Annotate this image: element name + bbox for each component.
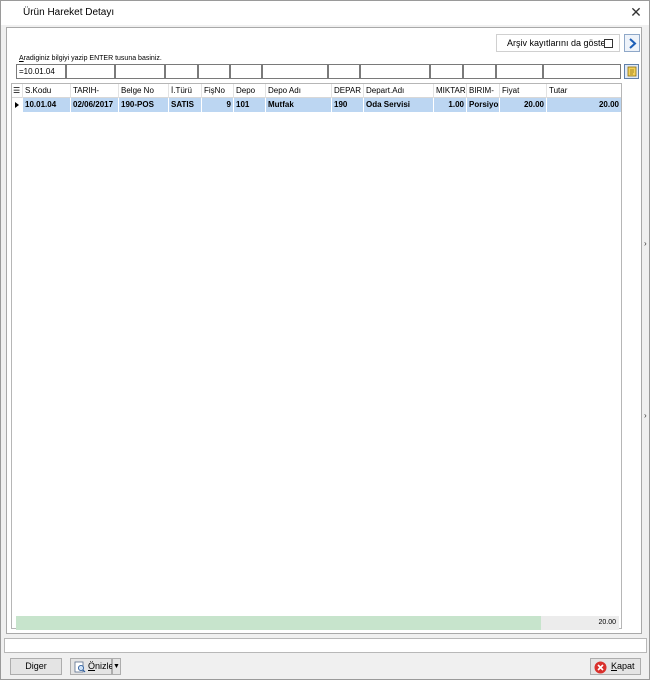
- table-cell[interactable]: 10.01.04: [22, 98, 70, 112]
- close-icon: [594, 661, 607, 674]
- column-header[interactable]: Depo Adı: [265, 84, 331, 98]
- filter-input-fiyat[interactable]: [496, 64, 543, 79]
- status-bar: [4, 638, 647, 653]
- column-header[interactable]: Depo: [233, 84, 265, 98]
- movement-grid[interactable]: ☰ S.Kodu TARIH- Belge No İ.Türü FişNo De…: [11, 83, 622, 629]
- filter-input-s-kodu[interactable]: =10.01.04: [16, 64, 66, 79]
- filter-input-tarih[interactable]: [66, 64, 115, 79]
- summary-bar: [16, 616, 619, 630]
- table-cell[interactable]: 1.00: [433, 98, 466, 112]
- column-header[interactable]: S.Kodu: [22, 84, 70, 98]
- other-button[interactable]: Diger: [10, 658, 62, 675]
- preview-icon: [74, 661, 86, 673]
- column-header[interactable]: Belge No: [118, 84, 168, 98]
- window: Ürün Hareket Detayı ✕ Arşiv kayıtlarını …: [0, 0, 650, 680]
- column-header[interactable]: İ.Türü: [168, 84, 201, 98]
- table-cell[interactable]: SATIS: [168, 98, 201, 112]
- table-cell[interactable]: 190-POS: [118, 98, 168, 112]
- table-cell[interactable]: 20.00: [546, 98, 621, 112]
- preview-button[interactable]: Önizle: [70, 658, 114, 675]
- grid-header: ☰ S.Kodu TARIH- Belge No İ.Türü FişNo De…: [12, 84, 621, 98]
- column-header[interactable]: MIKTAR: [433, 84, 466, 98]
- filter-input-miktar[interactable]: [430, 64, 463, 79]
- filter-icon: [627, 66, 637, 77]
- filter-input-fis-no[interactable]: [198, 64, 230, 79]
- archive-checkbox[interactable]: [604, 39, 613, 48]
- filter-input-depo[interactable]: [230, 64, 262, 79]
- next-button[interactable]: [624, 34, 640, 52]
- filter-input-belge-no[interactable]: [115, 64, 165, 79]
- side-expand-icon[interactable]: ›: [644, 410, 650, 422]
- filter-button[interactable]: [624, 64, 639, 79]
- row-indicator-icon: [12, 98, 22, 112]
- archive-toggle[interactable]: Arşiv kayıtlarını da göster: [496, 34, 620, 52]
- table-cell[interactable]: 20.00: [499, 98, 546, 112]
- table-cell[interactable]: 9: [201, 98, 233, 112]
- filter-row: =10.01.04: [16, 64, 621, 79]
- column-header[interactable]: BIRIM-: [466, 84, 499, 98]
- preview-dropdown-icon[interactable]: ▼: [112, 658, 121, 675]
- table-cell[interactable]: Porsiyon: [466, 98, 499, 112]
- search-hint: Aradiginiz bilgiyi yazip ENTER tusuna ba…: [19, 55, 162, 62]
- table-cell[interactable]: 101: [233, 98, 265, 112]
- column-header[interactable]: Tutar: [546, 84, 621, 98]
- close-button[interactable]: Kapat: [590, 658, 641, 675]
- column-header[interactable]: FişNo: [201, 84, 233, 98]
- column-header[interactable]: TARIH-: [70, 84, 118, 98]
- table-cell[interactable]: 02/06/2017: [70, 98, 118, 112]
- main-panel: Arşiv kayıtlarını da göster Aradiginiz b…: [6, 27, 642, 634]
- filter-input-islem-turu[interactable]: [165, 64, 198, 79]
- archive-label: Arşiv kayıtlarını da göster: [507, 38, 609, 48]
- window-title: Ürün Hareket Detayı: [23, 7, 115, 18]
- column-header[interactable]: Depart.Adı: [363, 84, 433, 98]
- table-cell[interactable]: Oda Servisi: [363, 98, 433, 112]
- filter-input-tutar[interactable]: [543, 64, 621, 79]
- table-cell[interactable]: Mutfak: [265, 98, 331, 112]
- table-row[interactable]: 10.01.04 02/06/2017 190-POS SATIS 9 101 …: [12, 98, 621, 112]
- total-amount: 20.00: [541, 616, 619, 630]
- close-window-button[interactable]: ✕: [629, 4, 643, 20]
- title-bar: Ürün Hareket Detayı ✕: [1, 1, 649, 25]
- column-header[interactable]: Fiyat: [499, 84, 546, 98]
- filter-input-departman-adi[interactable]: [360, 64, 430, 79]
- filter-input-departman[interactable]: [328, 64, 360, 79]
- filter-input-birim[interactable]: [463, 64, 496, 79]
- column-chooser-icon[interactable]: ☰: [12, 84, 22, 98]
- chevron-right-icon: [629, 38, 637, 49]
- table-cell[interactable]: 190: [331, 98, 363, 112]
- column-header[interactable]: DEPAR: [331, 84, 363, 98]
- filter-input-depo-adi[interactable]: [262, 64, 328, 79]
- side-expand-icon[interactable]: ›: [644, 238, 650, 250]
